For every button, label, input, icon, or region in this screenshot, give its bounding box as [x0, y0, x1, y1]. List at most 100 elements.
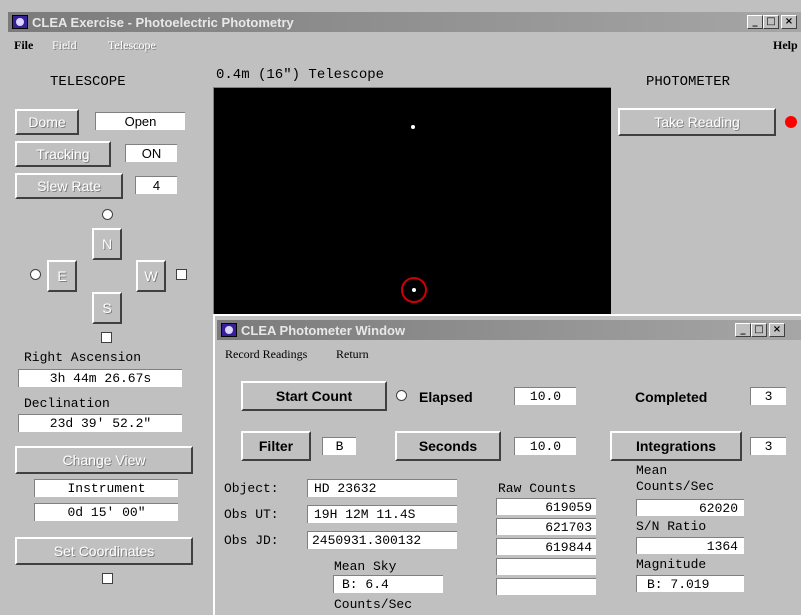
menu-help[interactable]: Help	[773, 38, 798, 53]
take-reading-button[interactable]: Take Reading	[618, 108, 776, 136]
menu-file[interactable]: File	[14, 38, 33, 53]
seconds-button[interactable]: Seconds	[395, 431, 501, 461]
slew-rate-button[interactable]: Slew Rate	[15, 173, 123, 199]
minimize-button[interactable]: _	[747, 15, 763, 29]
completed-value: 3	[764, 389, 773, 404]
dec-label: Declination	[24, 396, 110, 411]
photometer-close-button[interactable]: ×	[769, 323, 785, 337]
menu-telescope[interactable]: Telescope	[108, 38, 156, 53]
set-coordinates-button[interactable]: Set Coordinates	[15, 537, 193, 565]
menu-field[interactable]: Field	[52, 38, 77, 53]
seconds-value: 10.0	[529, 439, 562, 454]
photometer-window: CLEA Photometer Window _ □ × Record Read…	[213, 314, 801, 615]
mean-counts-field: 62020	[636, 499, 744, 516]
west-button[interactable]: W	[136, 260, 166, 292]
elapsed-value: 10.0	[529, 389, 562, 404]
tracking-status-field: ON	[125, 144, 177, 162]
photometer-minimize-button[interactable]: _	[735, 323, 751, 337]
raw-count-row	[496, 558, 596, 575]
raw-count-row: 619844	[496, 538, 596, 555]
reading-indicator-light	[785, 116, 797, 128]
obs-jd-field: 2450931.300132	[307, 531, 457, 549]
slew-rate-field: 4	[135, 176, 177, 194]
main-title-bar: CLEA Exercise - Photoelectric Photometry	[8, 12, 801, 32]
north-indicator	[102, 209, 113, 220]
instrument-field: Instrument	[34, 479, 178, 497]
dome-status-field: Open	[95, 112, 185, 130]
sky-unit-label: Counts/Sec	[334, 597, 413, 612]
photometer-window-title: CLEA Photometer Window	[241, 322, 406, 338]
mean-sky-field: B: 6.4	[333, 575, 443, 593]
menu-return[interactable]: Return	[336, 347, 369, 362]
menu-record-readings[interactable]: Record Readings	[225, 347, 307, 362]
telescope-heading: TELESCOPE	[50, 74, 126, 90]
raw-count-row: 619059	[496, 498, 596, 515]
dome-button[interactable]: Dome	[15, 109, 79, 135]
mean-counts-label-line1: Mean	[636, 463, 668, 478]
south-button[interactable]: S	[92, 292, 122, 324]
obs-ut-field: 19H 12M 11.4S	[307, 505, 457, 523]
raw-counts-label: Raw Counts	[498, 481, 577, 496]
raw-count-value: 621703	[545, 519, 592, 535]
raw-count-value: 619844	[545, 539, 592, 555]
field-size-field: 0d 15' 00"	[34, 503, 178, 521]
seconds-field: 10.0	[514, 437, 576, 455]
completed-label: Completed	[635, 389, 708, 405]
sn-ratio-field: 1364	[636, 537, 744, 554]
magnitude-value: B: 7.019	[647, 576, 710, 592]
obs-ut-label: Obs UT:	[224, 507, 279, 522]
instrument-value: Instrument	[67, 481, 146, 496]
change-view-button[interactable]: Change View	[15, 446, 193, 474]
field-size-value: 0d 15' 00"	[67, 505, 146, 520]
integrations-field: 3	[750, 437, 786, 455]
close-button[interactable]: ×	[781, 15, 797, 29]
elapsed-field: 10.0	[514, 387, 576, 405]
south-indicator	[101, 332, 112, 343]
obs-ut-value: 19H 12M 11.4S	[314, 507, 416, 522]
obs-jd-value: 2450931.300132	[312, 533, 422, 548]
elapsed-label: Elapsed	[419, 389, 473, 405]
aperture-circle	[401, 277, 427, 303]
dec-value: 23d 39' 52.2"	[49, 416, 152, 431]
object-field: HD 23632	[307, 479, 457, 497]
magnitude-label: Magnitude	[636, 557, 707, 572]
mean-counts-label-line2: Counts/Sec	[636, 479, 715, 494]
filter-value: B	[335, 439, 344, 454]
obs-jd-label: Obs JD:	[224, 533, 279, 548]
maximize-button[interactable]: □	[763, 15, 779, 29]
object-label: Object:	[224, 481, 279, 496]
west-indicator	[176, 269, 187, 280]
mean-sky-value: B: 6.4	[342, 577, 389, 592]
ra-field: 3h 44m 26.67s	[18, 369, 182, 387]
mean-sky-label: Mean Sky	[334, 559, 397, 574]
ra-value: 3h 44m 26.67s	[49, 371, 152, 386]
north-button[interactable]: N	[92, 228, 122, 260]
completed-field: 3	[750, 387, 786, 405]
filter-field: B	[322, 437, 356, 455]
photometer-maximize-button[interactable]: □	[751, 323, 767, 337]
photometer-title-bar: CLEA Photometer Window	[217, 320, 801, 340]
elapsed-indicator	[396, 390, 407, 401]
integrations-value: 3	[764, 439, 773, 454]
sn-ratio-value: 1364	[706, 538, 738, 554]
east-indicator	[30, 269, 41, 280]
east-button[interactable]: E	[47, 260, 77, 292]
tracking-button[interactable]: Tracking	[15, 141, 111, 167]
raw-count-value: 619059	[545, 499, 592, 515]
start-count-button[interactable]: Start Count	[241, 381, 387, 411]
raw-count-row	[496, 578, 596, 595]
coordinates-indicator	[102, 573, 113, 584]
sn-ratio-label: S/N Ratio	[636, 519, 707, 534]
dome-status-value: Open	[124, 114, 157, 129]
filter-button[interactable]: Filter	[241, 431, 311, 461]
integrations-button[interactable]: Integrations	[610, 431, 742, 461]
mean-counts-value: 62020	[698, 500, 738, 516]
star	[411, 125, 415, 129]
dec-field: 23d 39' 52.2"	[18, 414, 182, 432]
raw-count-row: 621703	[496, 518, 596, 535]
object-value: HD 23632	[314, 481, 377, 496]
main-window-title: CLEA Exercise - Photoelectric Photometry	[32, 14, 294, 30]
telescope-view[interactable]	[213, 87, 611, 320]
clea-app-icon	[12, 15, 28, 29]
slew-rate-value: 4	[152, 178, 161, 193]
